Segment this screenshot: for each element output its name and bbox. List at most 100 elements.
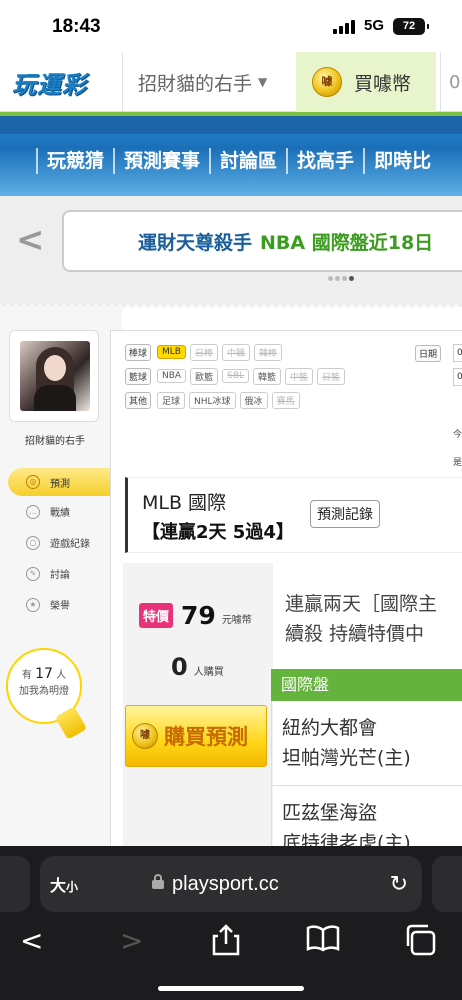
menu-item-game-log[interactable]: ○ 遊戲紀錄: [8, 527, 122, 558]
date-note: 今: [453, 430, 462, 440]
profile-name: 招財貓的右手: [25, 436, 85, 447]
share-icon[interactable]: [212, 924, 240, 963]
buy-coins-label: 買噱幣: [354, 72, 412, 95]
menu-item-discussion[interactable]: ✎ 討論: [8, 558, 122, 589]
coin-icon: 噱: [132, 723, 158, 749]
menu-item-predictions[interactable]: ◎ 預測: [8, 468, 122, 496]
avatar-card[interactable]: [9, 330, 99, 422]
date-field[interactable]: 0: [453, 368, 462, 386]
circle-icon: ○: [26, 535, 40, 550]
site-logo[interactable]: 玩運彩: [12, 65, 112, 99]
banner-slide[interactable]: 運財天尊殺手 NBA 國際盤近18日: [62, 210, 462, 272]
filter-row: 籃球 NBA 歐籃 SBL 韓籃 中籃 日籃: [125, 365, 349, 387]
filter-chip[interactable]: 韓棒: [254, 343, 283, 361]
nav-item-play[interactable]: 玩競猜: [36, 148, 113, 174]
carousel-dot[interactable]: [328, 276, 333, 281]
filter-category[interactable]: 棒球: [125, 343, 152, 361]
menu-item-label: 戰績: [50, 508, 70, 519]
filter-row: 其他 足球 NHL冰球 俄冰 賽馬: [125, 389, 349, 411]
banner-text: 運財天尊殺手: [138, 232, 253, 254]
prediction-record-button[interactable]: 預測記錄: [310, 500, 380, 528]
filter-category[interactable]: 籃球: [125, 367, 152, 385]
fans-count: 17: [35, 666, 53, 682]
status-time: 18:43: [52, 16, 101, 37]
buy-coins-button[interactable]: 噱 買噱幣: [296, 52, 436, 112]
home-indicator: [158, 986, 304, 991]
filter-chip[interactable]: SBL: [222, 369, 250, 383]
logo-text: 玩運彩: [12, 71, 87, 99]
back-icon[interactable]: <: [20, 924, 43, 957]
game-item[interactable]: 紐約大都會 坦帕灣光芒(主): [272, 701, 462, 786]
price-unit: 元噱幣: [221, 615, 252, 626]
chevron-left-icon[interactable]: <: [16, 220, 45, 260]
bookmarks-icon[interactable]: [306, 924, 340, 959]
filter-row: 棒球 MLB 日棒 中職 韓棒: [125, 341, 349, 363]
user-dropdown[interactable]: 招財貓的右手 ▼: [122, 52, 294, 112]
nav-item-live[interactable]: 即時比: [363, 148, 440, 174]
previous-tab-peek[interactable]: [0, 856, 30, 912]
filter-chip[interactable]: 中籃: [285, 367, 314, 385]
price-row: 特價 79 元噱幣: [139, 601, 252, 630]
text-size-button[interactable]: 大小: [50, 872, 78, 896]
streak-title: 【連贏2天 5過4】: [142, 522, 294, 543]
address-bar[interactable]: 大小 playsport.cc ↻: [40, 856, 422, 912]
tabs-icon[interactable]: [404, 924, 436, 963]
filter-chip[interactable]: 中職: [222, 343, 251, 361]
menu-item-label: 遊戲紀錄: [50, 539, 90, 550]
nav-item-predictions[interactable]: 預測賽事: [113, 148, 209, 174]
home-team: 坦帕灣光芒(主): [282, 747, 411, 769]
away-team: 匹茲堡海盜: [282, 802, 378, 824]
carousel-dot[interactable]: [335, 276, 340, 281]
menu-item-record[interactable]: … 戰績: [8, 496, 122, 527]
special-price-badge: 特價: [139, 603, 174, 628]
carousel-dot-active[interactable]: [349, 276, 354, 281]
header-more[interactable]: 0: [440, 52, 462, 112]
filter-chip[interactable]: NBA: [157, 369, 187, 383]
menu-item-label: 預測: [50, 478, 70, 490]
reload-icon[interactable]: ↻: [390, 872, 408, 897]
filter-chip[interactable]: 韓籃: [253, 367, 282, 385]
filter-chip[interactable]: 日棒: [189, 343, 218, 361]
fans-cta: 加我為明燈: [19, 686, 69, 697]
filter-chip[interactable]: 歐籃: [190, 367, 219, 385]
profile-menu: ◎ 預測 … 戰績 ○ 遊戲紀錄 ✎ 討論 ★ 榮譽: [8, 468, 122, 620]
chat-icon: …: [26, 504, 40, 519]
buy-prediction-button[interactable]: 噱 購買預測: [125, 705, 267, 767]
filter-chip[interactable]: 足球: [157, 391, 186, 409]
lock-icon: [152, 874, 164, 889]
caret-down-icon: ▼: [258, 75, 268, 89]
filter-chip[interactable]: 賽馬: [271, 391, 300, 409]
battery-icon: 72: [393, 18, 429, 35]
filter-chip[interactable]: MLB: [157, 345, 186, 359]
next-tab-peek[interactable]: [432, 856, 462, 912]
filter-category[interactable]: 其他: [125, 391, 152, 409]
filter-chip[interactable]: 俄冰: [239, 391, 268, 409]
menu-item-honors[interactable]: ★ 榮譽: [8, 589, 122, 620]
coin-icon: 噱: [312, 67, 342, 97]
away-team: 紐約大都會: [282, 717, 378, 739]
date-note: 是: [453, 458, 462, 468]
filter-chip[interactable]: 日籃: [317, 367, 346, 385]
network-type: 5G: [364, 17, 385, 34]
browser-toolbar: 大小 playsport.cc ↻ < >: [0, 846, 462, 1000]
filter-chip[interactable]: NHL冰球: [189, 391, 236, 409]
prediction-description: 連贏兩天［國際主 續殺 持續特價中: [285, 593, 438, 645]
buy-prediction-label: 購買預測: [164, 725, 248, 749]
cellular-signal-icon: [333, 20, 357, 34]
league-title: MLB 國際: [142, 492, 227, 514]
browser-nav-bar: < >: [0, 924, 462, 964]
date-label: 日期: [415, 345, 442, 362]
status-bar: 18:43 5G 72: [0, 0, 462, 52]
nav-item-experts[interactable]: 找高手: [286, 148, 363, 174]
edit-icon: ✎: [26, 566, 40, 581]
nav-item-forum[interactable]: 討論區: [209, 148, 286, 174]
date-field[interactable]: 0: [453, 344, 462, 362]
prediction-panel: 棒球 MLB 日棒 中職 韓棒籃球 NBA 歐籃 SBL 韓籃 中籃 日籃其他 足球 NHL冰球 俄冰 賽馬…: [110, 330, 462, 871]
forward-icon[interactable]: >: [120, 924, 143, 957]
target-icon: ◎: [26, 475, 40, 489]
user-name: 招財貓的右手: [138, 72, 253, 95]
avatar: [20, 341, 90, 411]
medal-icon: ★: [26, 597, 40, 612]
carousel-dot[interactable]: [342, 276, 347, 281]
market-header: 國際盤: [271, 669, 462, 701]
